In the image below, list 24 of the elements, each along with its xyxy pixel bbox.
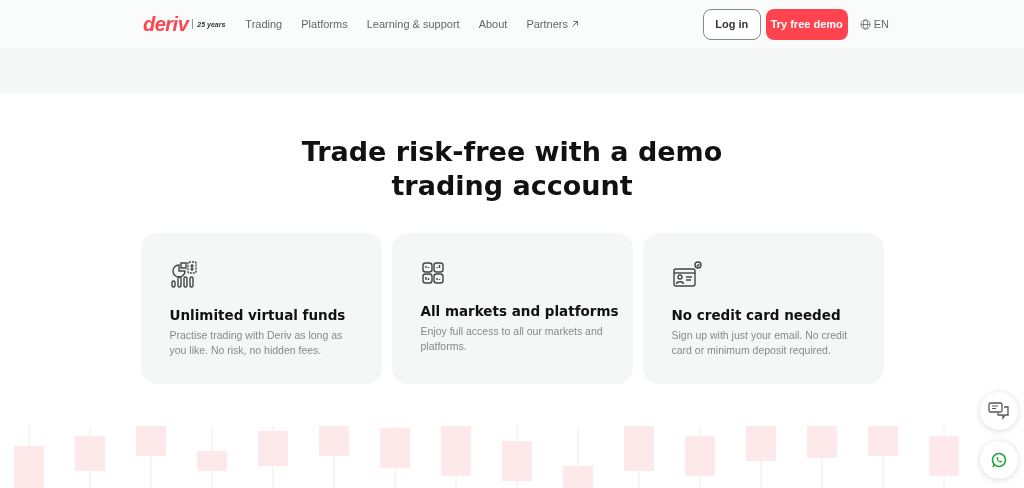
globe-icon	[859, 18, 871, 30]
try-demo-button[interactable]: Try free demo	[765, 8, 848, 40]
chart-coin-icon	[169, 261, 198, 289]
language-selector[interactable]: EN	[859, 18, 889, 30]
whatsapp-icon	[991, 452, 1007, 468]
chat-icon	[988, 402, 1010, 420]
chat-button[interactable]	[980, 392, 1018, 430]
nav-link[interactable]: About	[478, 18, 508, 30]
nav-link[interactable]: Platforms	[301, 18, 348, 30]
card-title: All markets and platforms	[420, 302, 620, 320]
grid-icon	[420, 261, 445, 285]
nav-link[interactable]: Partners	[526, 18, 579, 30]
card-description: Practise trading with Deriv as long as you like. No risk, no hidden fees.	[169, 328, 344, 358]
card-title: No credit card needed	[671, 306, 842, 324]
logo[interactable]: deriv	[143, 12, 189, 36]
nav-link[interactable]: Learning & support	[366, 18, 460, 30]
whatsapp-button[interactable]	[980, 441, 1018, 479]
page-heading: Trade risk-free with a demo trading account	[300, 135, 724, 203]
card-title: Unlimited virtual funds	[169, 306, 347, 324]
id-card-icon	[671, 261, 702, 289]
login-button[interactable]: Log in	[702, 8, 761, 40]
card-description: Sign up with just your email. No credit card or minimum deposit required.	[671, 328, 849, 358]
card-description: Enjoy full access to all our markets and platforms.	[420, 324, 604, 354]
nav-link[interactable]: Trading	[245, 18, 283, 30]
